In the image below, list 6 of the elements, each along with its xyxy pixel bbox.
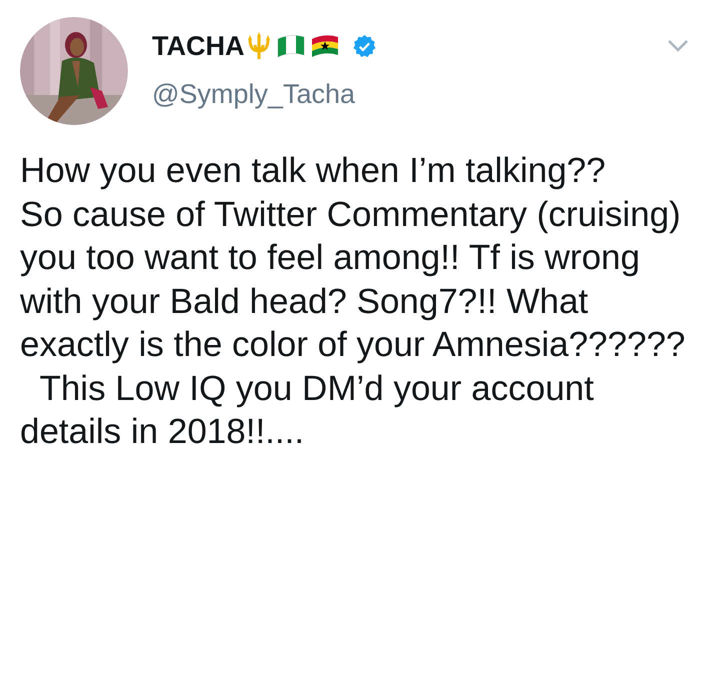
flag-icon [310, 33, 340, 59]
flag-icon [276, 33, 306, 59]
username: @Symply_Tacha [152, 81, 356, 108]
display-name: TACHA [152, 32, 244, 60]
chevron-down-icon[interactable] [667, 39, 689, 53]
tweet-text: How you even talk when I’m talking?? So cause of Twitter Commentary (cruising) you too want to feel among!! Tf is wrong with your Bald head? Song7?!! What exactly is the color of your Amnesia?????? This Low IQ you DM’d your account details in 2018!!.... [20, 150, 686, 453]
